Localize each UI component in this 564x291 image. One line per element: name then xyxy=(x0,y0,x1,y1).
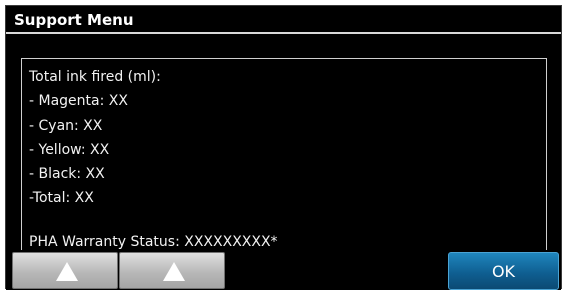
ink-black: - Black: XX xyxy=(29,166,105,183)
warranty-status: PHA Warranty Status: XXXXXXXXX* xyxy=(29,234,278,250)
ink-total: -Total: XX xyxy=(29,190,94,207)
page-title: Support Menu xyxy=(14,11,134,29)
title-bar: Support Menu xyxy=(6,6,561,34)
button-bar: OK xyxy=(6,250,561,290)
ink-magenta: - Magenta: XX xyxy=(29,93,128,110)
scroll-up-button[interactable] xyxy=(12,252,118,289)
ink-cyan: - Cyan: XX xyxy=(29,117,103,134)
info-panel: Total ink fired (ml): - Magenta: XX - Cy… xyxy=(21,58,547,251)
support-menu-screen: Support Menu Total ink fired (ml): - Mag… xyxy=(5,5,562,290)
ink-yellow: - Yellow: XX xyxy=(29,141,110,158)
ok-button[interactable]: OK xyxy=(448,252,559,290)
ink-usage-list: Total ink fired (ml): - Magenta: XX - Cy… xyxy=(29,65,161,211)
up-triangle-icon xyxy=(163,262,185,281)
scroll-up-button-2[interactable] xyxy=(119,252,225,289)
ink-heading: Total ink fired (ml): xyxy=(29,69,161,85)
up-triangle-icon xyxy=(56,262,78,281)
